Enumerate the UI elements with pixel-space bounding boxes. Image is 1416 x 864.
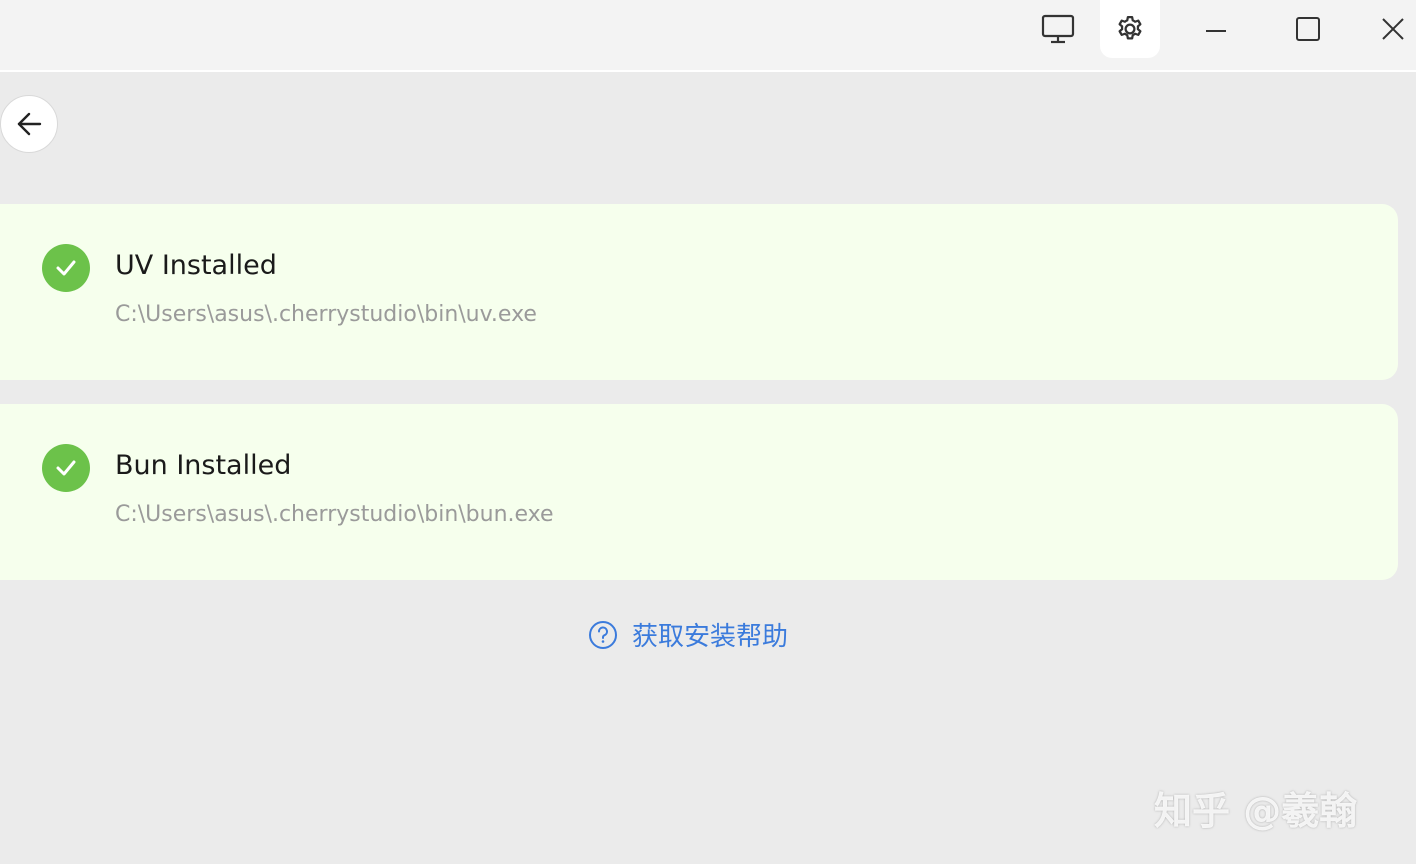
install-help-label: 获取安装帮助 — [632, 622, 789, 652]
maximize-button[interactable] — [1278, 0, 1338, 58]
arrow-left-icon — [17, 112, 42, 136]
monitor-icon — [1041, 14, 1075, 44]
maximize-icon — [1296, 17, 1320, 41]
bun-install-path: C:\Users\asus\.cherrystudio\bin\bun.exe — [115, 502, 554, 527]
uv-install-path: C:\Users\asus\.cherrystudio\bin\uv.exe — [115, 302, 537, 327]
settings-button[interactable] — [1100, 0, 1160, 58]
minimize-icon — [1206, 30, 1226, 32]
watermark: 知乎 @羲翰 — [1154, 789, 1358, 833]
minimize-button[interactable] — [1186, 0, 1246, 58]
question-circle-icon — [589, 620, 617, 649]
close-button[interactable] — [1370, 0, 1416, 58]
check-circle-icon — [42, 244, 90, 292]
check-circle-icon — [42, 444, 90, 492]
back-button[interactable] — [0, 95, 58, 153]
bun-status-title: Bun Installed — [115, 450, 292, 481]
uv-status-title: UV Installed — [115, 250, 277, 281]
close-icon — [1382, 18, 1404, 40]
uv-status-card: UV Installed C:\Users\asus\.cherrystudio… — [0, 204, 1398, 380]
monitor-button[interactable] — [1028, 0, 1088, 58]
bun-status-card: Bun Installed C:\Users\asus\.cherrystudi… — [0, 404, 1398, 580]
gear-icon — [1118, 16, 1142, 40]
install-help-link[interactable]: 获取安装帮助 — [588, 616, 788, 653]
title-bar — [0, 0, 1416, 72]
